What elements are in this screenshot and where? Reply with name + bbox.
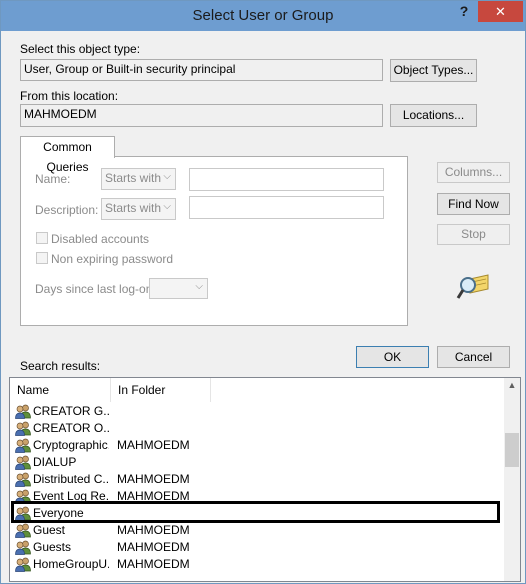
find-now-button[interactable]: Find Now: [437, 193, 510, 215]
close-button[interactable]: ✕: [478, 1, 523, 22]
row-name: Cryptographic...: [33, 438, 109, 452]
row-name: CREATOR G...: [33, 404, 109, 418]
chevron-down-icon: ⌵: [195, 281, 203, 292]
row-name: CREATOR O...: [33, 421, 109, 435]
table-row[interactable]: Guests MAHMOEDM: [10, 539, 502, 556]
non-expiring-password-checkbox[interactable]: [36, 252, 48, 264]
row-name: Distributed C...: [33, 472, 109, 486]
user-group-icon: [15, 455, 31, 470]
chevron-down-icon: ⌵: [163, 171, 171, 182]
days-since-logon-label: Days since last log-on:: [35, 282, 156, 296]
column-header-name[interactable]: Name: [10, 378, 111, 402]
cancel-button[interactable]: Cancel: [437, 346, 510, 368]
window-title: Select User or Group: [192, 7, 334, 24]
row-name: Guest: [33, 523, 66, 537]
row-folder: MAHMOEDM: [117, 540, 190, 554]
row-name: DIALUP: [33, 455, 77, 469]
description-input[interactable]: [189, 196, 384, 219]
row-folder: MAHMOEDM: [117, 523, 190, 537]
search-magnifier-icon: [456, 274, 489, 299]
select-user-or-group-dialog: Select User or Group ? ✕ Select this obj…: [0, 0, 526, 584]
description-mode-value: Starts with: [105, 201, 162, 215]
search-results-label: Search results:: [20, 359, 101, 373]
disabled-accounts-label: Disabled accounts: [51, 232, 150, 246]
location-field: MAHMOEDM: [20, 104, 383, 127]
table-row[interactable]: CREATOR O...: [10, 420, 502, 437]
help-button[interactable]: ?: [453, 3, 475, 23]
object-types-button[interactable]: Object Types...: [390, 59, 477, 82]
user-group-icon: [15, 438, 31, 453]
chevron-down-icon: ⌵: [163, 201, 171, 212]
user-group-icon: [15, 523, 31, 538]
table-row[interactable]: Guest MAHMOEDM: [10, 522, 502, 539]
description-mode-select[interactable]: Starts with ⌵: [101, 198, 176, 220]
user-group-icon: [15, 421, 31, 436]
scrollbar-thumb[interactable]: [505, 433, 519, 467]
row-name: Guests: [33, 540, 72, 554]
row-folder: MAHMOEDM: [117, 472, 190, 486]
days-since-logon-select[interactable]: ⌵: [149, 278, 208, 299]
vertical-scrollbar[interactable]: ▲: [504, 378, 520, 581]
search-results-list[interactable]: Name In Folder CREATOR G... CREATOR O... C…: [9, 377, 521, 582]
location-label: From this location:: [20, 89, 119, 103]
row-folder: MAHMOEDM: [117, 438, 190, 452]
user-group-icon: [15, 404, 31, 419]
title-bar: Select User or Group ? ✕: [1, 1, 525, 31]
row-folder: MAHMOEDM: [117, 557, 190, 571]
row-name: HomeGroupU...: [33, 557, 109, 571]
table-row[interactable]: HomeGroupU... MAHMOEDM: [10, 556, 502, 573]
name-mode-select[interactable]: Starts with ⌵: [101, 168, 176, 190]
user-group-icon: [15, 540, 31, 555]
name-mode-value: Starts with: [105, 171, 162, 185]
table-row[interactable]: DIALUP: [10, 454, 502, 471]
stop-button[interactable]: Stop: [437, 224, 510, 245]
table-row[interactable]: Distributed C... MAHMOEDM: [10, 471, 502, 488]
user-group-icon: [15, 472, 31, 487]
locations-button[interactable]: Locations...: [390, 104, 477, 127]
column-header-in-folder[interactable]: In Folder: [111, 378, 211, 402]
table-row[interactable]: CREATOR G...: [10, 403, 502, 420]
name-input[interactable]: [189, 168, 384, 191]
object-type-field: User, Group or Built-in security princip…: [20, 59, 383, 81]
description-label: Description:: [35, 203, 99, 217]
disabled-accounts-checkbox[interactable]: [36, 232, 48, 244]
table-row[interactable]: Cryptographic... MAHMOEDM: [10, 437, 502, 454]
non-expiring-password-label: Non expiring password: [51, 252, 174, 266]
ok-button[interactable]: OK: [356, 346, 429, 368]
scroll-up-arrow-icon[interactable]: ▲: [504, 380, 520, 390]
tab-common-queries[interactable]: Common Queries: [20, 136, 115, 174]
object-type-label: Select this object type:: [20, 42, 141, 56]
selected-row-highlight: [11, 501, 500, 523]
columns-button[interactable]: Columns...: [437, 162, 510, 183]
user-group-icon: [15, 557, 31, 572]
